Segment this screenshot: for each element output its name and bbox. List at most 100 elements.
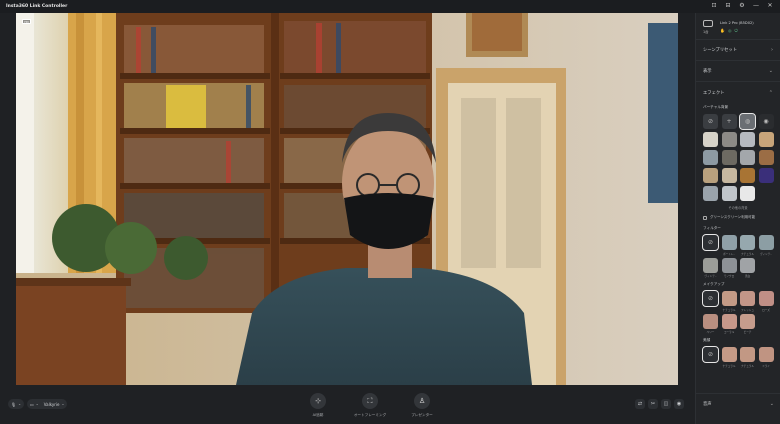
- filter-item[interactable]: モノクロ: [721, 257, 737, 278]
- layout-icon[interactable]: ⊟: [724, 1, 732, 11]
- filter-item[interactable]: 黒白: [740, 257, 755, 278]
- makeup-item[interactable]: ベリー: [703, 313, 718, 334]
- beauty-item[interactable]: ⊘: [702, 346, 719, 368]
- device-status-icons: ✋ ◎ ⏻: [720, 28, 738, 33]
- makeup-item[interactable]: ⊘: [702, 290, 719, 312]
- filter-thumb: [758, 235, 774, 250]
- beauty-item[interactable]: ナチュラル: [740, 347, 755, 368]
- greenscreen-checkbox[interactable]: [703, 215, 707, 220]
- filter-item[interactable]: ヴィンテ..: [758, 235, 774, 256]
- bg-thumb[interactable]: [703, 186, 718, 201]
- blur-icon: ◍: [744, 118, 751, 125]
- filter-item[interactable]: ナチュラル: [740, 235, 755, 256]
- beauty-item[interactable]: ナチュラル: [721, 347, 737, 368]
- filter-item[interactable]: ⊘: [702, 234, 719, 256]
- more-backgrounds-link[interactable]: その他の背景: [703, 205, 773, 210]
- bg-brand-tile[interactable]: ◉: [758, 114, 774, 129]
- bg-thumb[interactable]: [758, 132, 774, 147]
- filter-group: フィルター ⊘ ポートレ.. ナチュラル ヴィンテ.. ヴィンテ.. モノクロ …: [702, 226, 774, 278]
- bg-thumb[interactable]: [721, 132, 737, 147]
- beauty-item[interactable]: ドライ: [758, 347, 774, 368]
- makeup-item[interactable]: ピーチ: [740, 313, 755, 334]
- filter-thumb: [721, 257, 737, 273]
- filter-thumb: [721, 235, 737, 250]
- video-preview[interactable]: HD: [16, 13, 678, 385]
- microphone-button[interactable]: 🎙 ⌄: [8, 399, 25, 409]
- device-count: 1台: [703, 30, 709, 34]
- bg-thumb[interactable]: [703, 150, 718, 165]
- presenter-button[interactable]: ♙ プレゼンター: [402, 393, 442, 418]
- presenter-label: プレゼンター: [411, 413, 433, 417]
- filter-label: フィルター: [703, 226, 721, 230]
- chevron-right-icon: ›: [771, 47, 773, 53]
- split-view-icon[interactable]: ◫: [661, 399, 671, 409]
- logo-icon: ◉: [763, 118, 769, 125]
- filter-item[interactable]: ヴィンテ..: [703, 257, 718, 278]
- chevron-down-icon: ⌄: [769, 401, 774, 407]
- minimize-button[interactable]: —: [752, 1, 760, 11]
- chevron-down-icon: ⌄: [768, 68, 773, 74]
- record-icon[interactable]: ◉: [674, 399, 684, 409]
- hd-badge: HD: [22, 19, 31, 24]
- bg-thumb[interactable]: [703, 168, 718, 183]
- makeup-item[interactable]: ナチュラル: [721, 291, 737, 312]
- plus-icon: +: [726, 118, 732, 125]
- camera-source-button[interactable]: ▭ ⌄ Valkyrie ⌄: [27, 399, 68, 409]
- flip-icon[interactable]: ⇄: [635, 399, 645, 409]
- bg-thumb[interactable]: [740, 132, 755, 147]
- bg-thumb[interactable]: [758, 168, 774, 183]
- effects-header[interactable]: エフェクト ⌃: [703, 82, 773, 103]
- scene-presets-label: シーンプリセット: [703, 48, 738, 53]
- pip-icon[interactable]: ⊡: [710, 1, 718, 11]
- bg-thumb[interactable]: [721, 168, 737, 183]
- app-title: Insta360 Link Controller: [6, 4, 68, 9]
- bg-thumb[interactable]: [740, 168, 755, 183]
- toolbar-right-group: ⇄ ✂ ◫ ◉: [635, 399, 684, 409]
- makeup-item[interactable]: フレッシュ: [740, 291, 755, 312]
- device-header[interactable]: 1台 Link 2 Pro (B5D02) ✋ ◎ ⏻: [696, 13, 780, 40]
- audio-section[interactable]: 音声 ⌄: [696, 393, 780, 414]
- virtual-bg-grid: ⊘ + ◍ ◉: [703, 113, 774, 201]
- bg-thumb[interactable]: [758, 150, 774, 165]
- makeup-thumb: [703, 313, 718, 329]
- chevron-down-icon: ⌄: [35, 402, 39, 406]
- chevron-down-icon: ⌄: [18, 402, 22, 406]
- beauty-thumb: [758, 347, 774, 362]
- greenscreen-option[interactable]: グリーンスクリーン利用可能: [703, 215, 773, 220]
- settings-icon[interactable]: ⚙: [738, 1, 746, 11]
- bg-thumb[interactable]: [721, 186, 737, 201]
- auto-frame-icon: ⛶: [362, 393, 378, 409]
- makeup-thumb: [721, 313, 737, 329]
- bg-thumb[interactable]: [703, 132, 718, 147]
- bg-blur-tile[interactable]: ◍: [739, 113, 756, 130]
- bg-add-tile[interactable]: +: [721, 114, 737, 129]
- none-icon: ⊘: [707, 118, 714, 125]
- bg-thumb[interactable]: [721, 150, 737, 165]
- makeup-thumb: [721, 291, 737, 306]
- scene-presets-section[interactable]: シーンプリセット ›: [696, 40, 780, 61]
- makeup-item[interactable]: コーラル: [721, 313, 737, 334]
- bg-none-tile[interactable]: ⊘: [703, 114, 718, 129]
- bg-thumb[interactable]: [740, 150, 755, 165]
- display-section[interactable]: 表示 ⌄: [696, 61, 780, 82]
- webcam-icon: [703, 20, 713, 27]
- beauty-group: 美顔 ⊘ ナチュラル ナチュラル ドライ: [702, 338, 774, 368]
- ai-tracking-icon: ⊹: [310, 393, 326, 409]
- device-name: Link 2 Pro (B5D02): [720, 21, 754, 25]
- gesture-icon: ✋: [720, 28, 725, 33]
- crop-icon[interactable]: ✂: [648, 399, 658, 409]
- filter-item[interactable]: ポートレ..: [721, 235, 737, 256]
- bottom-toolbar: 🎙 ⌄ ▭ ⌄ Valkyrie ⌄ ⊹ AI追跡 ⛶ オートフレーミング ♙ …: [0, 388, 695, 424]
- bg-thumb[interactable]: [740, 186, 755, 201]
- auto-frame-label: オートフレーミング: [353, 413, 387, 417]
- presenter-icon: ♙: [414, 393, 430, 409]
- camera-icon: ▭: [30, 401, 34, 407]
- ai-tracking-button[interactable]: ⊹ AI追跡: [298, 393, 338, 418]
- chevron-down-icon: ⌄: [61, 402, 65, 406]
- makeup-thumb: [740, 291, 755, 306]
- beauty-grid: ⊘ ナチュラル ナチュラル ドライ: [702, 346, 774, 368]
- makeup-item[interactable]: ローズ: [758, 291, 774, 312]
- auto-frame-button[interactable]: ⛶ オートフレーミング: [350, 393, 390, 418]
- close-button[interactable]: ✕: [766, 1, 774, 11]
- effects-section: エフェクト ⌃ バーチャル背景 ⊘ + ◍ ◉ その他の背景 グリーンスクリーン…: [696, 82, 780, 368]
